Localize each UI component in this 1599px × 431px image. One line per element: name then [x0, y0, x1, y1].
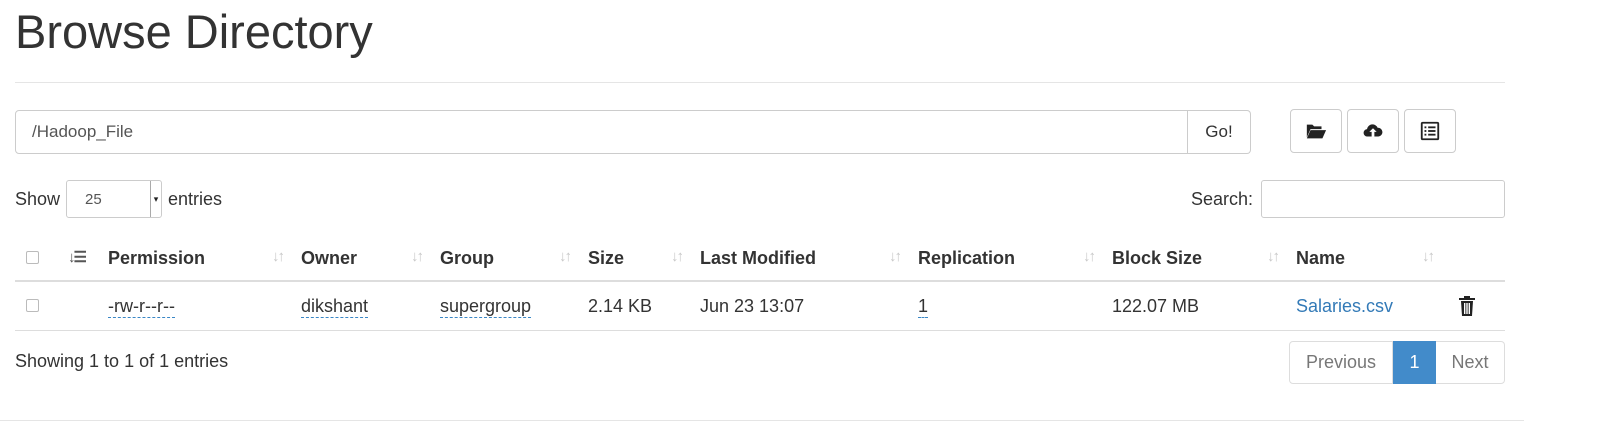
column-header-permission[interactable]: Permission ↓↑: [108, 236, 301, 282]
create-directory-button[interactable]: [1290, 109, 1342, 153]
sort-icon: ↓↑: [559, 248, 572, 265]
next-page-button[interactable]: Next: [1436, 341, 1505, 384]
column-header-group[interactable]: Group ↓↑: [440, 236, 588, 282]
search-input[interactable]: [1261, 180, 1505, 218]
upload-files-button[interactable]: [1347, 109, 1399, 153]
trash-icon[interactable]: [1457, 295, 1477, 317]
column-header-label: Group: [440, 247, 494, 268]
cloud-upload-icon: [1363, 124, 1383, 137]
entries-label: entries: [168, 188, 223, 209]
group-value[interactable]: supergroup: [440, 295, 532, 318]
column-header-label: Owner: [301, 247, 358, 268]
file-name-link[interactable]: Salaries.csv: [1296, 296, 1393, 316]
sort-icon: ↓↑: [1422, 248, 1435, 265]
sort-ascending-icon: ↓☰: [68, 249, 87, 266]
column-header-last-modified[interactable]: Last Modified ↓↑: [700, 236, 918, 282]
last-modified-value: Jun 23 13:07: [700, 295, 805, 316]
sort-icon: ↓↑: [1267, 248, 1280, 265]
column-header-size[interactable]: Size ↓↑: [588, 236, 700, 282]
column-header-owner[interactable]: Owner ↓↑: [301, 236, 440, 282]
previous-page-button[interactable]: Previous: [1289, 341, 1393, 384]
sort-icon: ↓↑: [1083, 248, 1096, 265]
table-header-row: ↓☰ Permission ↓↑ Owner ↓↑ Group ↓↑ Size …: [15, 236, 1505, 282]
column-header-replication[interactable]: Replication ↓↑: [918, 236, 1112, 282]
column-header-name[interactable]: Name ↓↑: [1296, 236, 1451, 282]
sort-icon: ↓↑: [272, 248, 285, 265]
block-size-value: 122.07 MB: [1112, 295, 1200, 316]
pagination: Previous 1 Next: [1289, 341, 1505, 384]
column-sort-default[interactable]: ↓☰: [68, 236, 108, 282]
list-alt-icon: [1420, 121, 1440, 141]
entries-per-page-value: 25: [85, 190, 102, 208]
actions-header: [1451, 236, 1505, 282]
table-info: Showing 1 to 1 of 1 entries: [15, 351, 229, 371]
folder-open-icon: [1306, 124, 1327, 139]
sort-icon: ↓↑: [671, 248, 684, 265]
column-header-label: Block Size: [1112, 247, 1203, 268]
divider: [15, 82, 1505, 83]
go-button[interactable]: Go!: [1188, 110, 1251, 154]
column-header-label: Size: [588, 247, 625, 268]
search-label: Search:: [1190, 188, 1253, 209]
replication-value[interactable]: 1: [918, 295, 929, 318]
table-row: -rw-r--r-- dikshant supergroup 2.14 KB J…: [15, 281, 1505, 331]
table-search: Search:: [1191, 180, 1505, 218]
permission-value[interactable]: -rw-r--r--: [108, 295, 175, 318]
size-value: 2.14 KB: [588, 295, 653, 316]
select-all-checkbox[interactable]: [26, 250, 39, 264]
show-label: Show: [15, 188, 61, 209]
sort-icon: ↓↑: [889, 248, 902, 265]
column-header-block-size[interactable]: Block Size ↓↑: [1112, 236, 1296, 282]
entries-per-page-select[interactable]: 25 ▾: [66, 180, 163, 218]
caret-down-icon: ▾: [150, 181, 161, 217]
column-header-label: Name: [1296, 247, 1346, 268]
select-all-header: [15, 236, 68, 282]
file-table: ↓☰ Permission ↓↑ Owner ↓↑ Group ↓↑ Size …: [15, 236, 1505, 331]
page-1-button[interactable]: 1: [1393, 341, 1436, 384]
row-select-checkbox[interactable]: [26, 298, 39, 312]
sort-icon: ↓↑: [411, 248, 424, 265]
owner-value[interactable]: dikshant: [301, 295, 369, 318]
column-header-label: Replication: [918, 247, 1016, 268]
divider: [0, 420, 1524, 421]
column-header-label: Last Modified: [700, 247, 816, 268]
column-header-label: Permission: [108, 247, 206, 268]
directory-path-input[interactable]: [15, 110, 1188, 154]
path-bar: Go!: [15, 110, 1251, 154]
page-title: Browse Directory: [15, 5, 373, 58]
entries-length-control: Show 25 ▾ entries: [15, 180, 222, 218]
cut-paste-button[interactable]: [1404, 109, 1456, 153]
